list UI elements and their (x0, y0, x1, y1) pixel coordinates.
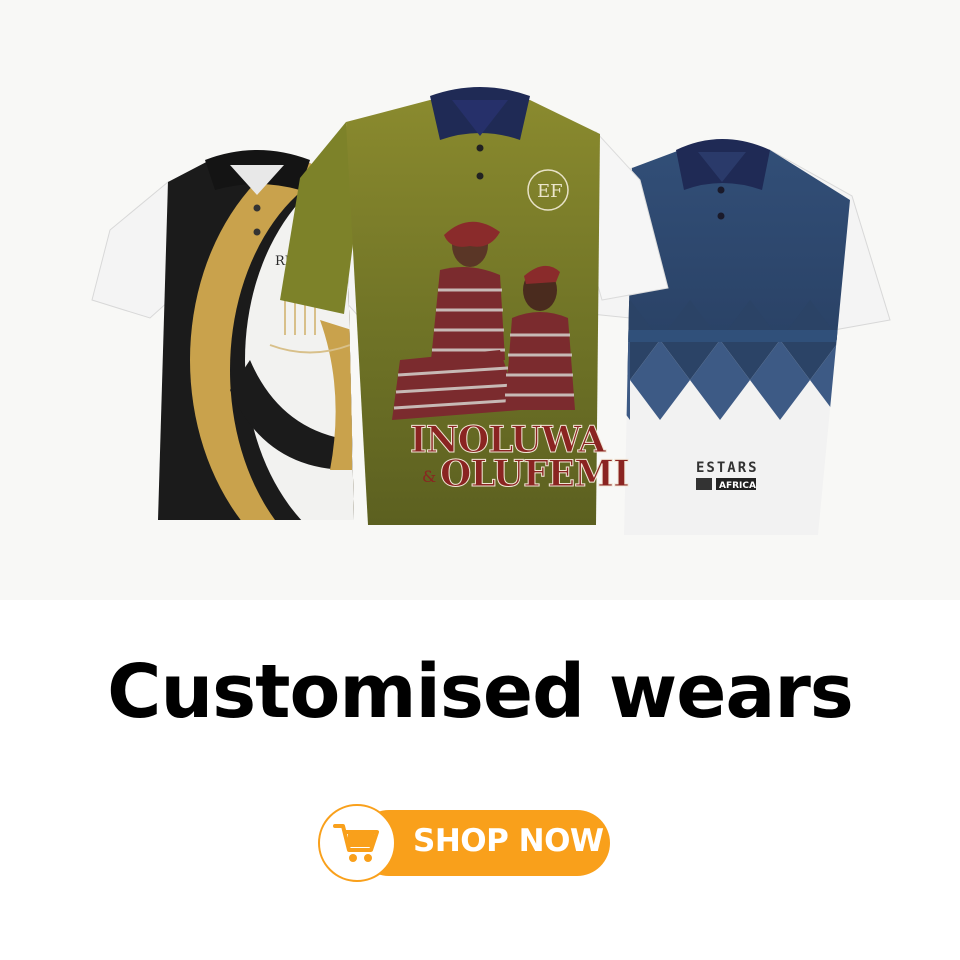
ampersand-print: & (422, 467, 436, 486)
page-title: Customised wears (107, 649, 854, 735)
africa-brand-print: AFRICA (719, 481, 756, 491)
shop-now-label: SHOP NOW (413, 823, 604, 859)
estars-brand-print: ESTARS (696, 460, 759, 476)
ef-monogram: EF (537, 181, 563, 202)
product-hero-image: RIPC (0, 0, 960, 600)
olufemi-print: OLUFEMI (440, 453, 629, 495)
cart-icon-badge[interactable] (318, 804, 396, 882)
shop-now-button[interactable]: SHOP NOW (318, 804, 610, 882)
cart-icon (333, 824, 379, 862)
